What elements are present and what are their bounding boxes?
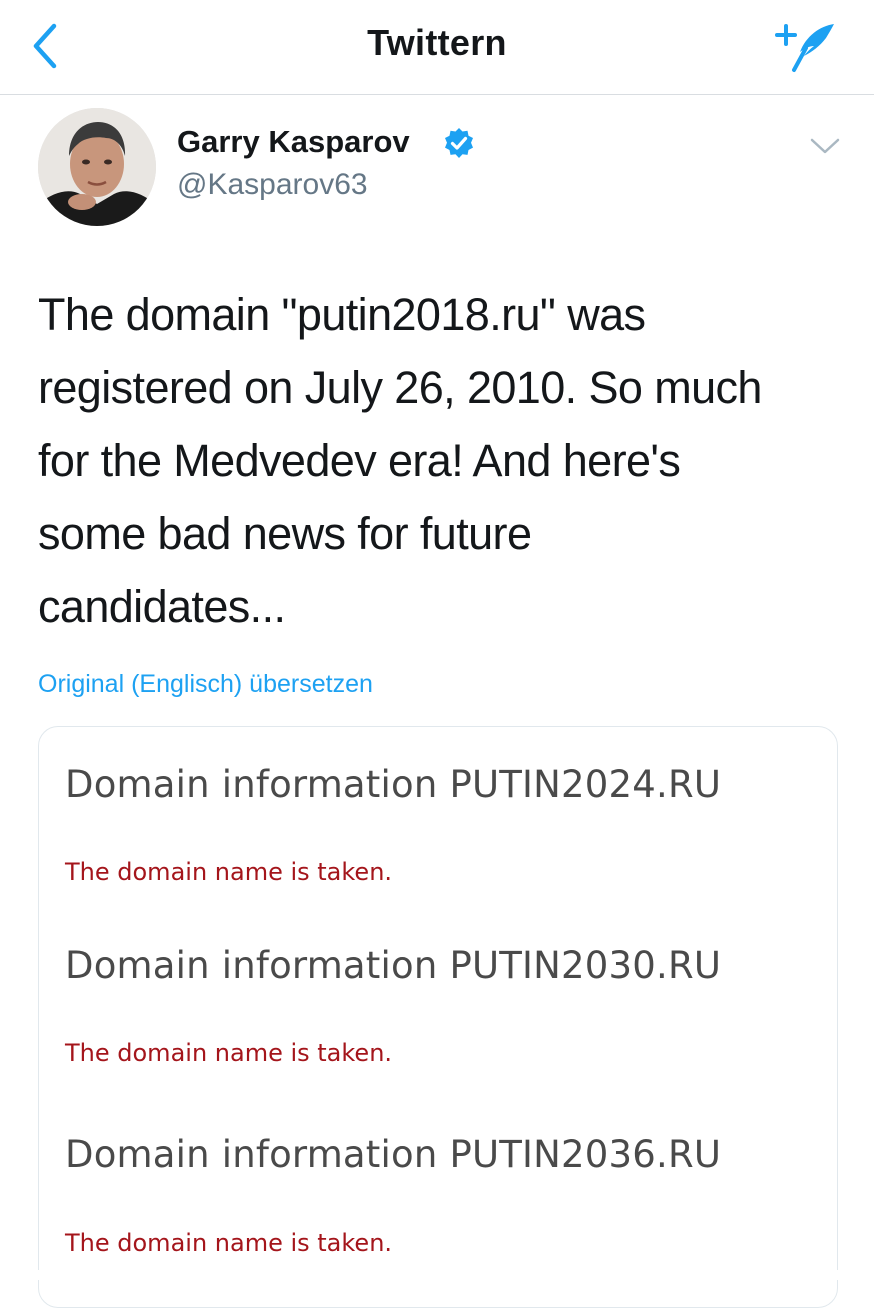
compose-tweet-icon: [775, 24, 834, 72]
tweet-text: The domain "putin2018.ru" was registered…: [38, 278, 838, 643]
domain-heading: Domain information PUTIN2036.RU: [65, 1133, 722, 1176]
domain-status: The domain name is taken.: [65, 858, 393, 886]
chevron-down-icon: [810, 138, 840, 154]
page-title: Twittern: [367, 22, 507, 63]
author-name[interactable]: Garry Kasparov: [177, 124, 410, 160]
tweet-text-line: The domain "putin2018.ru" was: [38, 289, 646, 340]
tweet-text-line: registered on July 26, 2010. So much: [38, 362, 762, 413]
author-handle[interactable]: @Kasparov63: [177, 168, 368, 202]
domain-status: The domain name is taken.: [65, 1039, 393, 1067]
domain-heading: Domain information PUTIN2030.RU: [65, 944, 722, 987]
avatar[interactable]: [38, 108, 156, 226]
bottom-edge: [0, 1270, 874, 1280]
tweet-text-line: some bad news for future: [38, 508, 532, 559]
translate-link[interactable]: Original (Englisch) übersetzen: [38, 670, 373, 699]
profile-photo: [38, 108, 156, 226]
tweet-menu-button[interactable]: [808, 134, 842, 158]
compose-tweet-button[interactable]: [772, 18, 842, 74]
tweet-text-line: for the Medvedev era! And here's: [38, 435, 681, 486]
navigation-bar: Twittern: [0, 0, 874, 95]
tweet-text-line: candidates...: [38, 581, 286, 632]
verified-badge-icon: [445, 128, 473, 158]
domain-status: The domain name is taken.: [65, 1229, 393, 1257]
tweet-media-image[interactable]: Domain information PUTIN2024.RU The doma…: [38, 726, 838, 1308]
domain-heading: Domain information PUTIN2024.RU: [65, 763, 722, 806]
